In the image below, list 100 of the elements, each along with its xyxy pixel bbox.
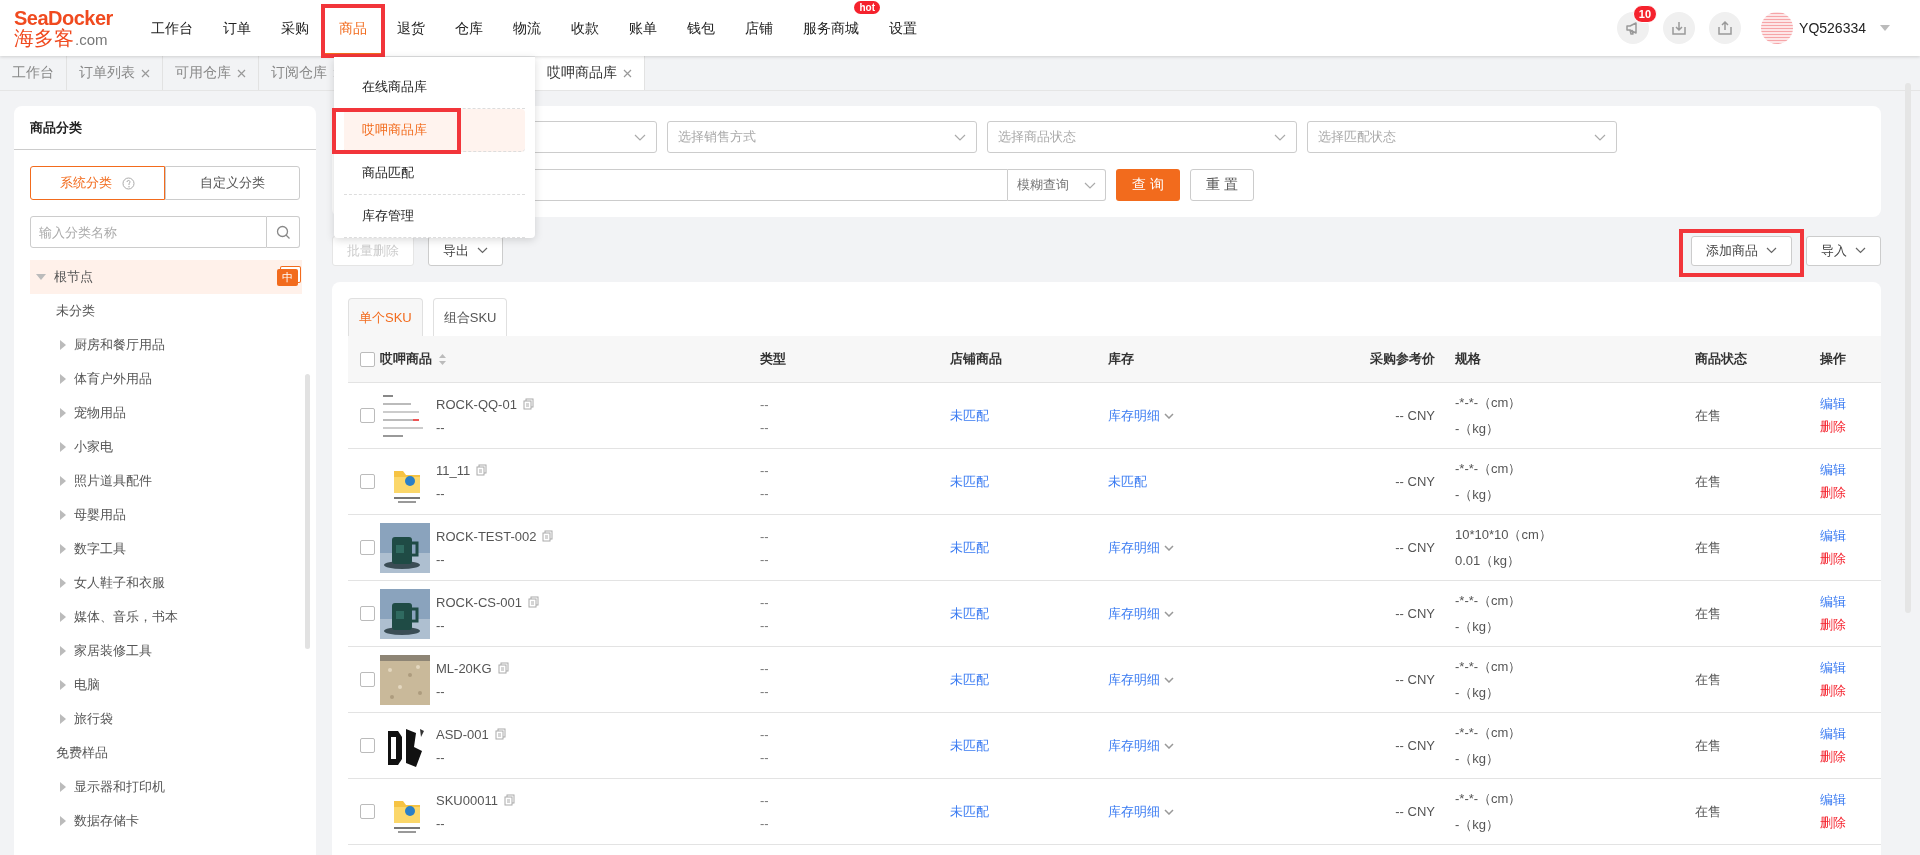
match-link[interactable]: 未匹配	[950, 803, 989, 819]
stock-detail-link[interactable]: 库存明细	[1108, 604, 1174, 623]
search-button[interactable]: 查 询	[1116, 169, 1180, 201]
stock-detail-link[interactable]: 库存明细	[1108, 538, 1174, 557]
select-field[interactable]: 选择商品状态	[987, 121, 1297, 153]
copy-icon[interactable]	[522, 398, 534, 410]
tree-item[interactable]: 照片道具配件	[30, 464, 302, 498]
announcement-button[interactable]	[1617, 12, 1650, 44]
sku-tab[interactable]: 单个SKU	[348, 298, 423, 336]
reset-button[interactable]: 重 置	[1190, 169, 1254, 201]
caret-icon[interactable]	[1880, 25, 1890, 31]
avatar[interactable]	[1761, 12, 1794, 44]
sku-tab[interactable]: 组合SKU	[432, 298, 508, 336]
menu-item[interactable]: 库存管理	[344, 195, 525, 238]
toolbar-button[interactable]: 导入	[1806, 235, 1881, 266]
tree-item[interactable]: 显示器和打印机	[30, 770, 302, 804]
nav-item[interactable]: 钱包	[672, 17, 730, 39]
category-toggle[interactable]: 系统分类	[30, 166, 165, 200]
stock-detail-link[interactable]: 库存明细	[1108, 802, 1174, 821]
user-name[interactable]: YQ526334	[1799, 20, 1866, 36]
close-icon[interactable]	[141, 68, 150, 78]
close-icon[interactable]	[623, 68, 632, 78]
tree-item[interactable]: 厨房和餐厅用品	[30, 328, 302, 362]
match-mode-select[interactable]: 模糊查询	[1008, 169, 1106, 201]
tree-item[interactable]: 母婴用品	[30, 498, 302, 532]
nav-item[interactable]: 设置	[874, 17, 932, 39]
edit-link[interactable]: 编辑	[1820, 527, 1881, 545]
edit-link[interactable]: 编辑	[1820, 791, 1881, 809]
row-checkbox[interactable]	[360, 804, 375, 819]
nav-item[interactable]: 仓库	[440, 17, 498, 39]
upload-button[interactable]	[1709, 12, 1742, 44]
tree-item[interactable]: 旅行袋	[30, 702, 302, 736]
nav-item[interactable]: 账单	[614, 17, 672, 39]
close-icon[interactable]	[237, 68, 246, 78]
nav-item[interactable]: 服务商城	[788, 17, 874, 39]
match-link[interactable]: 未匹配	[950, 473, 989, 489]
delete-link[interactable]: 删除	[1820, 682, 1881, 700]
toolbar-button[interactable]: 添加商品	[1691, 235, 1792, 266]
match-link[interactable]: 未匹配	[950, 605, 989, 621]
column-header[interactable]: 哎呷商品	[380, 350, 760, 368]
nav-item[interactable]: 物流	[498, 17, 556, 39]
page-tab[interactable]: 可用仓库	[163, 56, 259, 90]
delete-link[interactable]: 删除	[1820, 550, 1881, 568]
tree-item[interactable]: 电脑	[30, 668, 302, 702]
delete-link[interactable]: 删除	[1820, 748, 1881, 766]
nav-item[interactable]: 商品	[324, 17, 382, 39]
row-checkbox[interactable]	[360, 672, 375, 687]
select-field[interactable]: 选择匹配状态	[1307, 121, 1617, 153]
copy-icon[interactable]	[527, 596, 539, 608]
delete-link[interactable]: 删除	[1820, 814, 1881, 832]
download-button[interactable]	[1663, 12, 1696, 44]
stock-detail-link[interactable]: 库存明细	[1108, 670, 1174, 689]
search-button[interactable]	[267, 216, 300, 248]
row-checkbox[interactable]	[360, 606, 375, 621]
copy-icon[interactable]	[476, 464, 488, 476]
edit-link[interactable]: 编辑	[1820, 725, 1881, 743]
copy-icon[interactable]	[542, 530, 554, 542]
copy-icon[interactable]	[494, 728, 506, 740]
logo[interactable]: SeaDocker 海多客.com	[14, 8, 136, 48]
nav-item[interactable]: 工作台	[136, 17, 208, 39]
nav-item[interactable]: 采购	[266, 17, 324, 39]
stock-detail-link[interactable]: 库存明细	[1108, 736, 1174, 755]
copy-icon[interactable]	[497, 662, 509, 674]
tree-item[interactable]: 小家电	[30, 430, 302, 464]
edit-link[interactable]: 编辑	[1820, 593, 1881, 611]
nav-item[interactable]: 订单	[208, 17, 266, 39]
category-search-field[interactable]: 输入分类名称	[30, 216, 267, 248]
match-link[interactable]: 未匹配	[1108, 473, 1147, 489]
page-tab[interactable]: 哎呷商品库	[535, 56, 645, 90]
match-link[interactable]: 未匹配	[950, 671, 989, 687]
delete-link[interactable]: 删除	[1820, 418, 1881, 436]
row-checkbox[interactable]	[360, 474, 375, 489]
select-all-checkbox[interactable]	[360, 351, 375, 367]
delete-link[interactable]: 删除	[1820, 616, 1881, 634]
edit-link[interactable]: 编辑	[1820, 395, 1881, 413]
tree-item[interactable]: 数字工具	[30, 532, 302, 566]
page-tab[interactable]: 工作台	[0, 56, 67, 90]
tree-item[interactable]: 女人鞋子和衣服	[30, 566, 302, 600]
tree-item[interactable]: 媒体、音乐，书本	[30, 600, 302, 634]
delete-link[interactable]: 删除	[1820, 484, 1881, 502]
match-link[interactable]: 未匹配	[950, 737, 989, 753]
tree-item[interactable]: 根节点 中	[30, 260, 302, 294]
row-checkbox[interactable]	[360, 408, 375, 423]
row-checkbox[interactable]	[360, 540, 375, 555]
category-toggle[interactable]: 自定义分类	[165, 166, 300, 200]
tree-item[interactable]: 免费样品	[30, 736, 302, 770]
row-checkbox[interactable]	[360, 738, 375, 753]
tree-item[interactable]: 数据存储卡	[30, 804, 302, 838]
copy-icon[interactable]	[503, 794, 515, 806]
stock-detail-link[interactable]: 库存明细	[1108, 406, 1174, 425]
sort-icon[interactable]	[438, 352, 447, 366]
match-link[interactable]: 未匹配	[950, 539, 989, 555]
edit-link[interactable]: 编辑	[1820, 461, 1881, 479]
tree-item[interactable]: 家居装修工具	[30, 634, 302, 668]
menu-item[interactable]: 商品匹配	[344, 152, 525, 195]
tree-item[interactable]: 体育户外用品	[30, 362, 302, 396]
tree-item[interactable]: 宠物用品	[30, 396, 302, 430]
match-link[interactable]: 未匹配	[950, 407, 989, 423]
nav-item[interactable]: 店铺	[730, 17, 788, 39]
page-tab[interactable]: 订单列表	[67, 56, 163, 90]
